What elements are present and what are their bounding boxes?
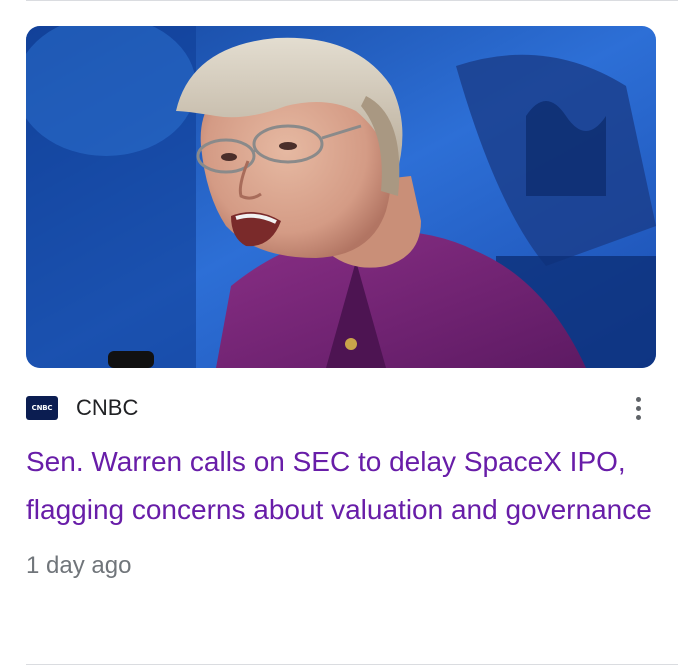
more-vert-icon[interactable] [624,390,652,426]
top-divider [26,0,678,1]
article-headline-link[interactable]: Sen. Warren calls on SEC to delay SpaceX… [26,438,666,534]
dot [635,405,641,411]
source-row: CNBC CNBC [26,392,656,424]
article-thumbnail[interactable] [26,26,656,368]
source-name[interactable]: CNBC [76,395,138,421]
dot [635,396,641,402]
article-timestamp: 1 day ago [26,552,132,579]
cnbc-logo-icon: CNBC [26,396,58,420]
dot [635,414,641,420]
article-photo [26,26,656,368]
bottom-divider [26,664,678,665]
news-card[interactable]: CNBC CNBC Sen. Warren calls on SEC to de… [26,26,656,580]
